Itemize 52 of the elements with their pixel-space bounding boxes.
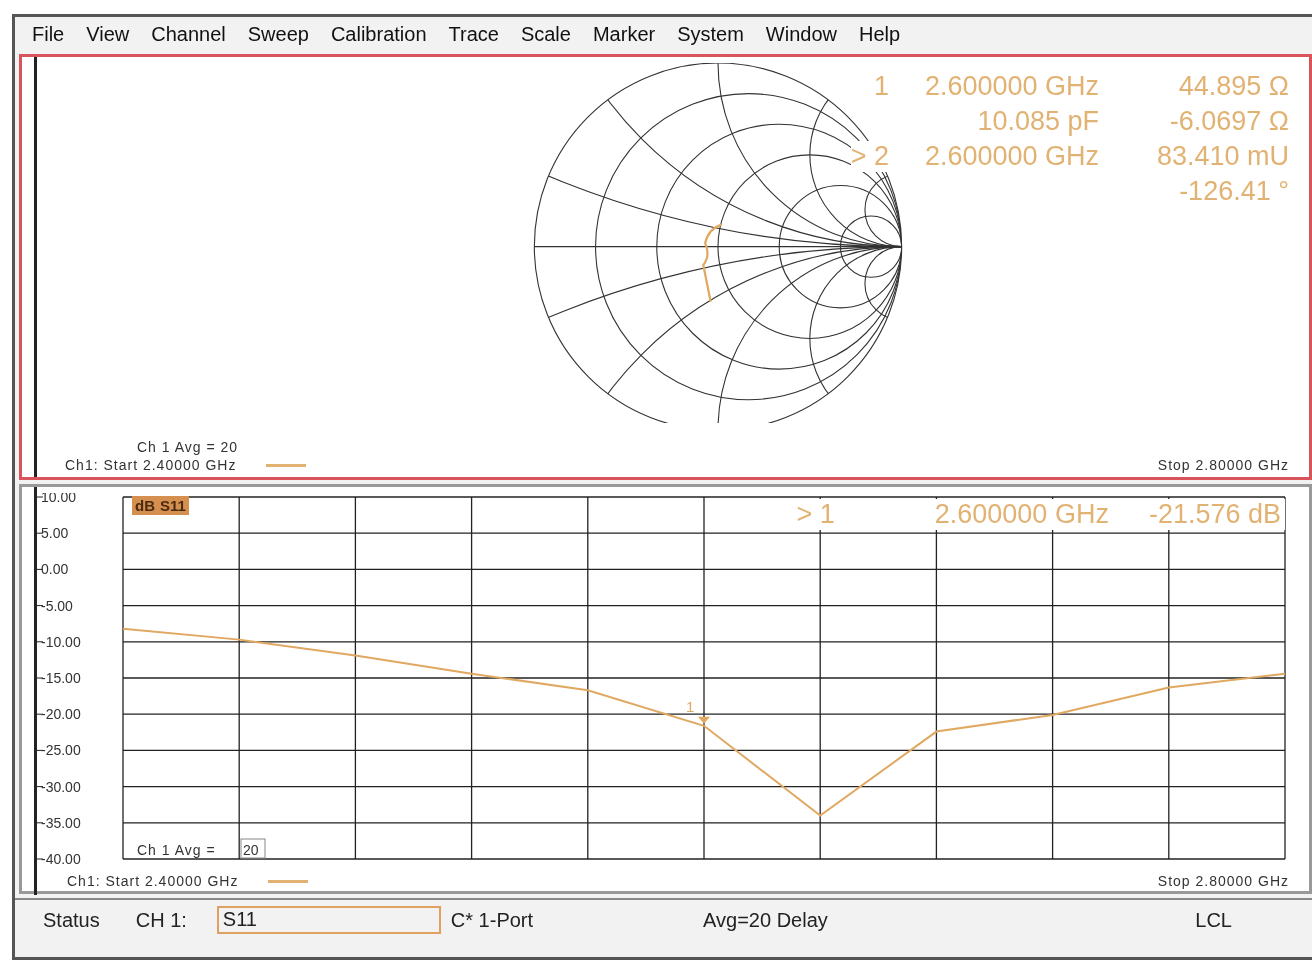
start-frequency-label: Ch1: Start 2.40000 GHz — [67, 873, 239, 889]
marker-label: > 2 — [850, 141, 889, 172]
averaging-status: Avg=20 Delay — [703, 908, 828, 932]
parameter-field[interactable]: S11 — [216, 906, 441, 934]
marker-label: > 1 — [796, 499, 835, 530]
y-axis-label: -5.00 — [41, 597, 73, 614]
calibration-status: C* 1-Port — [450, 908, 534, 932]
mode-status: LCL — [1195, 908, 1232, 932]
y-axis-label: -20.00 — [41, 706, 81, 723]
marker-readout-value: 2.600000 GHz — [934, 499, 1109, 530]
y-axis-label: 10.00 — [41, 493, 77, 505]
y-axis-label: 5.00 — [41, 525, 69, 542]
menu-item[interactable]: View — [75, 21, 141, 48]
channel-label: CH 1: — [135, 908, 187, 932]
trace-legend-line — [266, 463, 307, 467]
start-frequency-label: Ch1: Start 2.40000 GHz — [65, 457, 237, 473]
marker-readout-value: 83.410 mU — [1155, 141, 1289, 172]
menu-item[interactable]: Window — [754, 21, 848, 48]
marker-readout-value: 2.600000 GHz — [923, 141, 1099, 172]
marker-readout-value: 2.600000 GHz — [923, 71, 1099, 102]
marker-readout-value: -21.576 dB — [1148, 499, 1281, 530]
menu-item[interactable]: System — [666, 21, 755, 48]
format-text: dB — [135, 497, 155, 514]
menu-item[interactable]: Trace — [437, 21, 510, 48]
y-axis-label: -25.00 — [41, 742, 81, 759]
marker-label: 1 — [686, 697, 695, 715]
menu-item[interactable]: File — [21, 21, 76, 48]
stop-frequency-label: Stop 2.80000 GHz — [1157, 457, 1289, 473]
y-axis-label: -30.00 — [41, 778, 81, 795]
y-axis-label: 0.00 — [41, 561, 69, 578]
menu-item[interactable]: Help — [848, 21, 912, 48]
status-label: Status — [43, 908, 100, 932]
y-axis-label: -35.00 — [41, 814, 81, 831]
marker-readout-value: -126.41 ° — [1178, 176, 1289, 207]
y-axis-label: -40.00 — [41, 851, 81, 867]
marker-readout-value: -6.0697 Ω — [1168, 106, 1289, 137]
y-axis-label: -15.00 — [41, 670, 81, 686]
marker-arrow-icon — [698, 716, 710, 724]
marker-readout-value: 10.085 pF — [976, 106, 1099, 137]
average-value: 20 — [240, 838, 266, 859]
menu-item[interactable]: Scale — [509, 21, 582, 48]
series-name: S11 — [160, 497, 186, 514]
menu-item[interactable]: Sweep — [236, 21, 320, 48]
trace-legend-line — [268, 879, 309, 883]
average-label: Ch 1 Avg = 20 — [137, 439, 239, 455]
menu-item[interactable]: Marker — [581, 21, 667, 48]
menu-item[interactable]: Calibration — [319, 21, 438, 48]
average-label: Ch 1 Avg = — [137, 842, 216, 858]
stop-frequency-label: Stop 2.80000 GHz — [1157, 873, 1289, 889]
y-axis-label: -10.00 — [41, 633, 81, 650]
menu-item[interactable]: Channel — [140, 21, 237, 48]
marker-readout-value: 44.895 Ω — [1177, 71, 1289, 102]
